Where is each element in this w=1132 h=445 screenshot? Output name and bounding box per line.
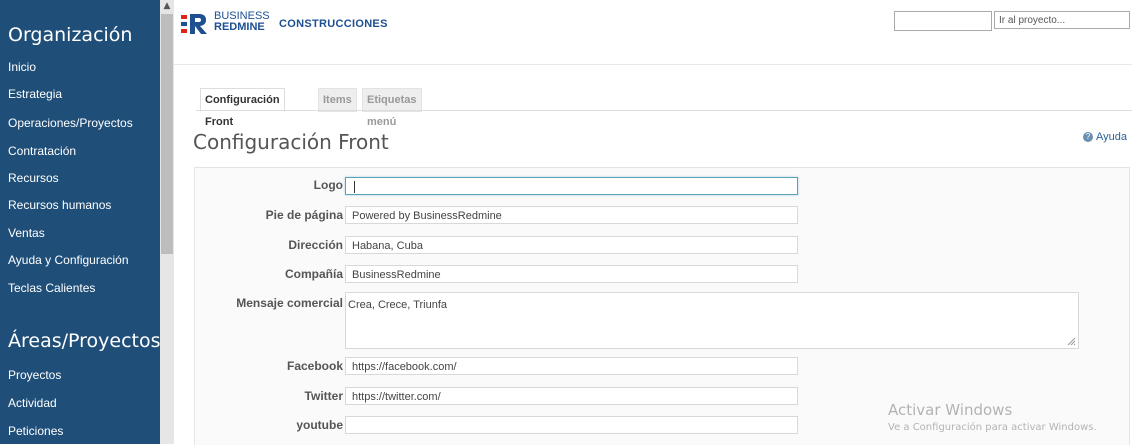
address-label: Dirección <box>288 238 343 252</box>
company-label: Compañía <box>284 267 343 281</box>
header: BUSINESS REDMINE CONSTRUCCIONES Ir al pr… <box>174 0 1132 65</box>
brand-name: BUSINESS REDMINE <box>214 11 270 33</box>
tab-items[interactable]: Items <box>318 88 357 112</box>
logo-label: Logo <box>313 178 343 192</box>
tab-configuracion-front[interactable]: Configuración Front <box>200 88 285 128</box>
help-link[interactable]: ? Ayuda <box>1083 131 1127 143</box>
help-icon: ? <box>1083 132 1093 143</box>
sidebar-section-organizacion: Organización <box>8 24 133 46</box>
business-redmine-logo-icon <box>181 14 207 34</box>
tabs-divider <box>196 110 1132 111</box>
sidebar-item-operaciones[interactable]: Operaciones/Proyectos <box>8 116 133 130</box>
twitter-label: Twitter <box>304 389 343 403</box>
sidebar-scrollbar[interactable]: ▲ <box>160 0 174 444</box>
footer-label: Pie de página <box>265 208 343 222</box>
sidebar-item-ayuda-configuracion[interactable]: Ayuda y Configuración <box>8 253 129 267</box>
help-label: Ayuda <box>1096 131 1127 143</box>
scrollbar-thumb[interactable] <box>161 14 173 254</box>
project-jump-select[interactable]: Ir al proyecto... <box>994 11 1130 29</box>
search-input[interactable] <box>894 11 992 31</box>
text-caret <box>354 181 355 194</box>
logo-field[interactable] <box>345 177 798 195</box>
sidebar-item-ventas[interactable]: Ventas <box>8 226 45 240</box>
youtube-field[interactable] <box>345 416 798 434</box>
sidebar-item-contratacion[interactable]: Contratación <box>8 144 76 158</box>
sidebar: Organización Inicio Estrategia Operacion… <box>0 0 161 444</box>
organization-name[interactable]: CONSTRUCCIONES <box>279 18 388 30</box>
brand-line-2: REDMINE <box>214 21 265 33</box>
sidebar-item-actividad[interactable]: Actividad <box>8 396 57 410</box>
twitter-field[interactable]: https://twitter.com/ <box>345 387 798 405</box>
commercial-message-textarea[interactable]: Crea, Crece, Triunfa <box>345 292 1079 349</box>
commercial-message-label: Mensaje comercial <box>236 296 343 310</box>
sidebar-item-inicio[interactable]: Inicio <box>8 60 36 74</box>
scroll-up-arrow-icon[interactable]: ▲ <box>160 0 174 12</box>
tab-etiquetas-menu[interactable]: Etiquetas menú <box>362 88 422 128</box>
footer-field[interactable]: Powered by BusinessRedmine <box>345 206 798 224</box>
windows-activation-watermark: Activar Windows Ve a Configuración para … <box>888 401 1097 433</box>
sidebar-item-teclas-calientes[interactable]: Teclas Calientes <box>8 281 95 295</box>
resize-handle-icon[interactable] <box>1067 337 1076 346</box>
facebook-field[interactable]: https://facebook.com/ <box>345 357 798 375</box>
sidebar-item-proyectos[interactable]: Proyectos <box>8 368 61 382</box>
watermark-subtitle: Ve a Configuración para activar Windows. <box>888 422 1097 433</box>
address-field[interactable]: Habana, Cuba <box>345 236 798 254</box>
commercial-message-value: Crea, Crece, Triunfa <box>348 299 448 311</box>
sidebar-item-recursos[interactable]: Recursos <box>8 171 59 185</box>
watermark-title: Activar Windows <box>888 401 1013 419</box>
sidebar-item-peticiones[interactable]: Peticiones <box>8 424 63 438</box>
sidebar-item-recursos-humanos[interactable]: Recursos humanos <box>8 198 111 212</box>
sidebar-item-estrategia[interactable]: Estrategia <box>8 87 62 101</box>
sidebar-section-areas-proyectos: Áreas/Proyectos <box>8 330 161 352</box>
facebook-label: Facebook <box>286 359 343 373</box>
youtube-label: youtube <box>296 418 343 432</box>
page-title: Configuración Front <box>193 130 389 154</box>
company-field[interactable]: BusinessRedmine <box>345 265 798 283</box>
